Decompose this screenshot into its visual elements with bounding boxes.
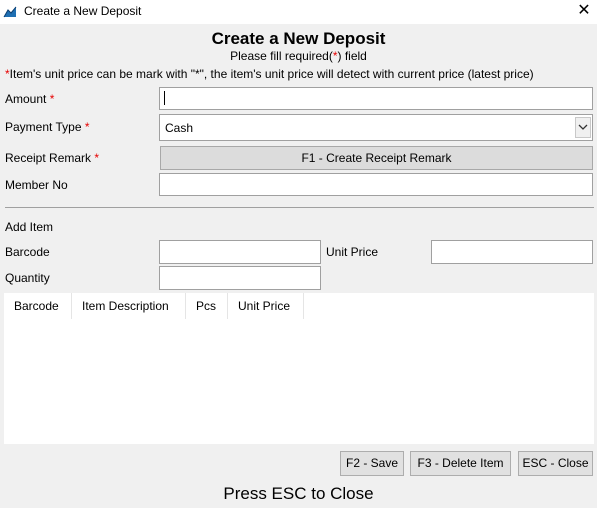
- title-bar: Create a New Deposit ✕: [0, 0, 597, 24]
- window-title: Create a New Deposit: [24, 4, 142, 18]
- close-icon[interactable]: ✕: [571, 0, 597, 24]
- column-header-barcode[interactable]: Barcode: [4, 293, 72, 319]
- amount-input[interactable]: [159, 87, 593, 110]
- text-caret: [164, 91, 165, 105]
- amount-label: Amount *: [5, 92, 55, 106]
- subtitle-text: Please fill required(: [230, 49, 333, 63]
- quantity-input[interactable]: [159, 266, 321, 290]
- unit-price-input[interactable]: [431, 240, 593, 264]
- price-note-text: Item's unit price can be mark with "*", …: [9, 67, 534, 81]
- barcode-input[interactable]: [159, 240, 321, 264]
- delete-item-button[interactable]: F3 - Delete Item: [410, 451, 511, 476]
- app-chart-icon: [3, 5, 17, 19]
- column-header-item-description[interactable]: Item Description: [72, 293, 186, 319]
- page-title: Create a New Deposit: [211, 29, 386, 48]
- add-item-heading: Add Item: [5, 220, 54, 234]
- items-grid[interactable]: Barcode Item Description Pcs Unit Price: [4, 293, 594, 444]
- receipt-remark-label: Receipt Remark *: [5, 151, 100, 165]
- section-divider: [5, 207, 594, 208]
- footer-hint: Press ESC to Close: [223, 484, 374, 503]
- save-button[interactable]: F2 - Save: [340, 451, 404, 476]
- payment-type-select[interactable]: Cash: [159, 114, 593, 141]
- payment-type-label: Payment Type *: [5, 120, 90, 134]
- unit-price-label: Unit Price: [326, 245, 379, 259]
- column-header-pcs[interactable]: Pcs: [186, 293, 228, 319]
- payment-type-value: Cash: [165, 121, 194, 135]
- member-no-label: Member No: [5, 178, 68, 192]
- price-note: *Item's unit price can be mark with "*",…: [5, 67, 534, 81]
- create-receipt-remark-button[interactable]: F1 - Create Receipt Remark: [160, 146, 593, 170]
- close-button[interactable]: ESC - Close: [518, 451, 593, 476]
- member-no-input[interactable]: [159, 173, 593, 196]
- page-subtitle: Please fill required(*) field: [0, 49, 597, 63]
- barcode-label: Barcode: [5, 245, 50, 259]
- subtitle-text-end: ) field: [337, 49, 367, 63]
- column-header-unit-price[interactable]: Unit Price: [228, 293, 304, 319]
- grid-header: Barcode Item Description Pcs Unit Price: [4, 293, 594, 319]
- quantity-label: Quantity: [5, 271, 50, 285]
- chevron-down-icon[interactable]: [575, 117, 591, 138]
